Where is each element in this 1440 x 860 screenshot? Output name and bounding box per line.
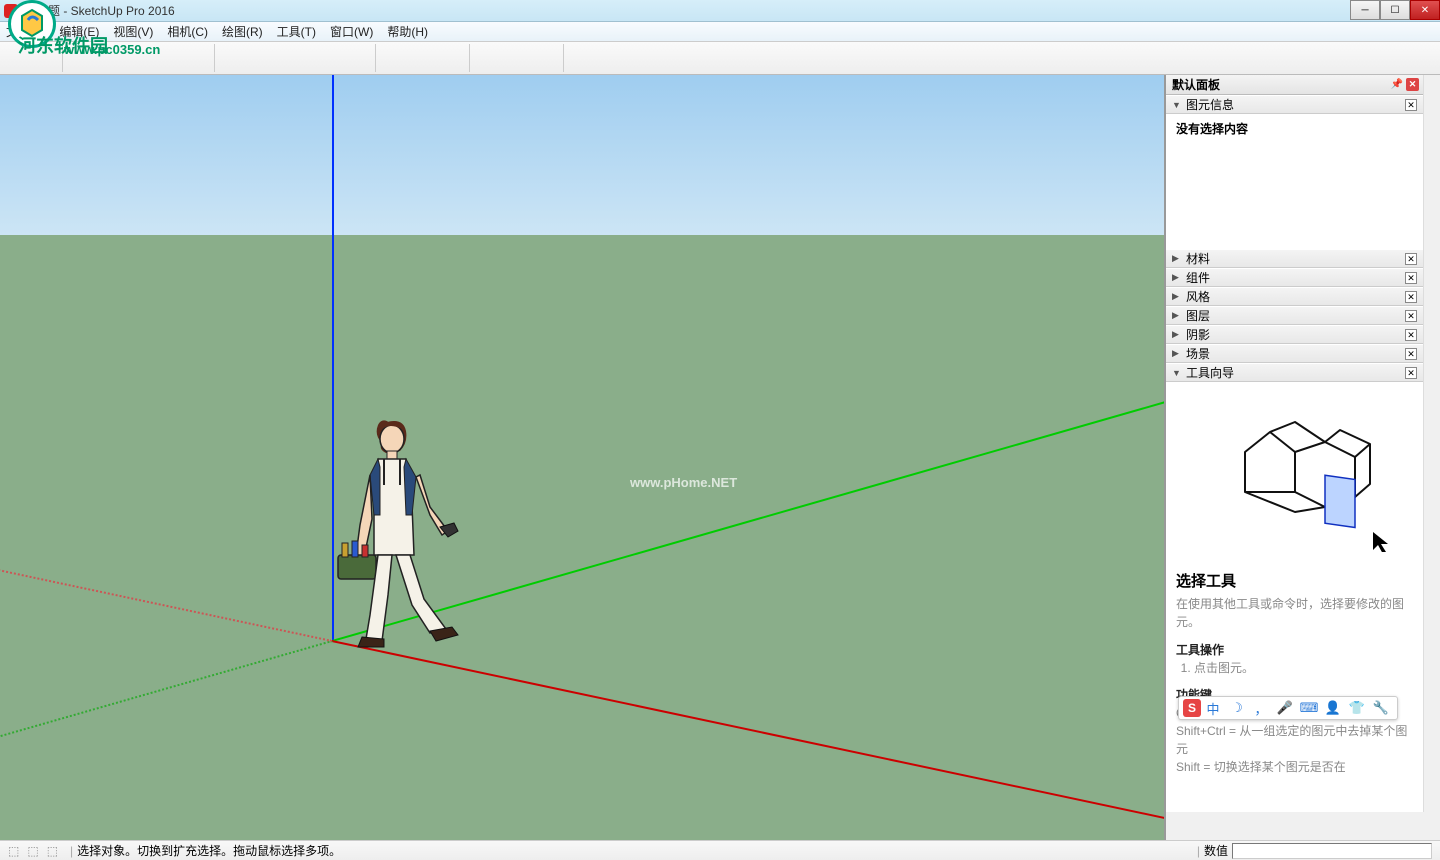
tool-button[interactable] bbox=[626, 42, 657, 74]
tool-button[interactable] bbox=[470, 42, 501, 74]
instructor-title: 选择工具 bbox=[1176, 570, 1413, 591]
ime-moon-icon[interactable]: ☽ bbox=[1228, 699, 1246, 717]
status-icon[interactable]: ⬚ bbox=[47, 844, 58, 858]
measurement-label: 数值 bbox=[1204, 842, 1228, 859]
ground-plane bbox=[0, 235, 1164, 840]
panel-instructor-header[interactable]: ▼工具向导✕ bbox=[1166, 363, 1423, 382]
instructor-fn-item: Shift+Ctrl = 从一组选定的图元中去掉某个图元 bbox=[1176, 722, 1413, 758]
panel-entity-info-header[interactable]: ▼ 图元信息 ✕ bbox=[1166, 95, 1423, 114]
instructor-body: 选择工具 在使用其他工具或命令时，选择要修改的图元。 工具操作 点击图元。 功能… bbox=[1166, 382, 1423, 812]
status-hint: 选择对象。切换到扩充选择。拖动鼠标选择多项。 bbox=[77, 842, 341, 859]
panel-materials-header[interactable]: ▶材料✕ bbox=[1166, 249, 1423, 268]
tool-button[interactable] bbox=[215, 42, 255, 74]
title-bar: 无标题 - SketchUp Pro 2016 ─ ☐ ✕ bbox=[0, 0, 1440, 22]
tray-header[interactable]: 默认面板 📌 ✕ bbox=[1166, 75, 1423, 95]
tool-button[interactable] bbox=[407, 42, 438, 74]
panel-close-icon[interactable]: ✕ bbox=[1405, 310, 1417, 322]
menu-bar: 文件(F) 编辑(E) 视图(V) 相机(C) 绘图(R) 工具(T) 窗口(W… bbox=[0, 22, 1440, 42]
instructor-op-item: 点击图元。 bbox=[1194, 659, 1413, 676]
maximize-button[interactable]: ☐ bbox=[1380, 0, 1410, 20]
ime-lang-button[interactable]: 中 bbox=[1204, 699, 1222, 717]
collapse-arrow-icon: ▼ bbox=[1172, 100, 1181, 110]
ime-settings-icon[interactable]: 🔧 bbox=[1372, 699, 1390, 717]
tool-button[interactable] bbox=[438, 42, 469, 74]
panel-entity-info-label: 图元信息 bbox=[1186, 96, 1234, 113]
ime-user-icon[interactable]: 👤 bbox=[1324, 699, 1342, 717]
instructor-fn-item: Shift = 切换选择某个图元是否在 bbox=[1176, 758, 1413, 776]
default-tray: 默认面板 📌 ✕ ▼ 图元信息 ✕ 没有选择内容 ▶材料✕ ▶组件✕ ▶风格✕ … bbox=[1165, 75, 1440, 840]
menu-help[interactable]: 帮助(H) bbox=[387, 23, 428, 40]
menu-window[interactable]: 窗口(W) bbox=[330, 23, 373, 40]
tray-close-button[interactable]: ✕ bbox=[1406, 78, 1419, 91]
ime-toolbar[interactable]: S 中 ☽ ， 🎤 ⌨ 👤 👕 🔧 bbox=[1178, 696, 1398, 720]
ime-keyboard-icon[interactable]: ⌨ bbox=[1300, 699, 1318, 717]
panel-close-icon[interactable]: ✕ bbox=[1405, 99, 1417, 111]
pin-icon[interactable]: 📌 bbox=[1391, 79, 1403, 90]
sky-background bbox=[0, 75, 1164, 235]
tool-button[interactable] bbox=[564, 42, 595, 74]
scale-figure-person[interactable] bbox=[330, 415, 470, 650]
panel-close-icon[interactable]: ✕ bbox=[1405, 272, 1417, 284]
ime-skin-icon[interactable]: 👕 bbox=[1348, 699, 1366, 717]
status-icon[interactable]: ⬚ bbox=[27, 844, 38, 858]
viewport-3d[interactable]: www.pHome.NET bbox=[0, 75, 1165, 840]
panel-shadows-header[interactable]: ▶阴影✕ bbox=[1166, 325, 1423, 344]
panel-close-icon[interactable]: ✕ bbox=[1405, 348, 1417, 360]
tool-button[interactable] bbox=[295, 42, 335, 74]
panel-layers-header[interactable]: ▶图层✕ bbox=[1166, 306, 1423, 325]
panel-close-icon[interactable]: ✕ bbox=[1405, 253, 1417, 265]
entity-info-empty: 没有选择内容 bbox=[1176, 122, 1248, 136]
watermark-center: www.pHome.NET bbox=[630, 475, 737, 490]
measurement-input[interactable] bbox=[1232, 843, 1432, 859]
tool-button[interactable] bbox=[255, 42, 295, 74]
instructor-illustration bbox=[1176, 392, 1413, 562]
panel-close-icon[interactable]: ✕ bbox=[1405, 291, 1417, 303]
instructor-ops-title: 工具操作 bbox=[1176, 641, 1413, 659]
instructor-desc: 在使用其他工具或命令时，选择要修改的图元。 bbox=[1176, 595, 1413, 631]
panel-close-icon[interactable]: ✕ bbox=[1405, 329, 1417, 341]
ime-logo-icon[interactable]: S bbox=[1183, 699, 1201, 717]
panel-scenes-header[interactable]: ▶场景✕ bbox=[1166, 344, 1423, 363]
tool-button[interactable] bbox=[335, 42, 375, 74]
tool-button[interactable] bbox=[376, 42, 407, 74]
close-button[interactable]: ✕ bbox=[1410, 0, 1440, 20]
tray-title: 默认面板 bbox=[1172, 76, 1220, 93]
watermark-logo: 河东软件园 www.pc0359.cn bbox=[8, 0, 56, 48]
menu-tools[interactable]: 工具(T) bbox=[277, 23, 316, 40]
panel-styles-header[interactable]: ▶风格✕ bbox=[1166, 287, 1423, 306]
panel-components-header[interactable]: ▶组件✕ bbox=[1166, 268, 1423, 287]
watermark-site-url: www.pc0359.cn bbox=[64, 42, 160, 57]
entity-info-body: 没有选择内容 bbox=[1166, 114, 1423, 249]
menu-draw[interactable]: 绘图(R) bbox=[222, 23, 263, 40]
ime-punct-icon[interactable]: ， bbox=[1252, 699, 1270, 717]
menu-view[interactable]: 视图(V) bbox=[113, 23, 153, 40]
status-bar: ⬚ ⬚ ⬚ | 选择对象。切换到扩充选择。拖动鼠标选择多项。 | 数值 bbox=[0, 840, 1440, 860]
toolbar bbox=[0, 42, 1440, 75]
status-icon[interactable]: ⬚ bbox=[8, 844, 19, 858]
tool-button[interactable] bbox=[595, 42, 626, 74]
window-controls: ─ ☐ ✕ bbox=[1350, 0, 1440, 20]
tool-button[interactable] bbox=[501, 42, 532, 74]
tool-button[interactable] bbox=[532, 42, 563, 74]
ime-mic-icon[interactable]: 🎤 bbox=[1276, 699, 1294, 717]
menu-camera[interactable]: 相机(C) bbox=[167, 23, 208, 40]
minimize-button[interactable]: ─ bbox=[1350, 0, 1380, 20]
tray-scrollbar[interactable] bbox=[1423, 75, 1440, 812]
tool-button[interactable] bbox=[183, 42, 214, 74]
panel-close-icon[interactable]: ✕ bbox=[1405, 367, 1417, 379]
